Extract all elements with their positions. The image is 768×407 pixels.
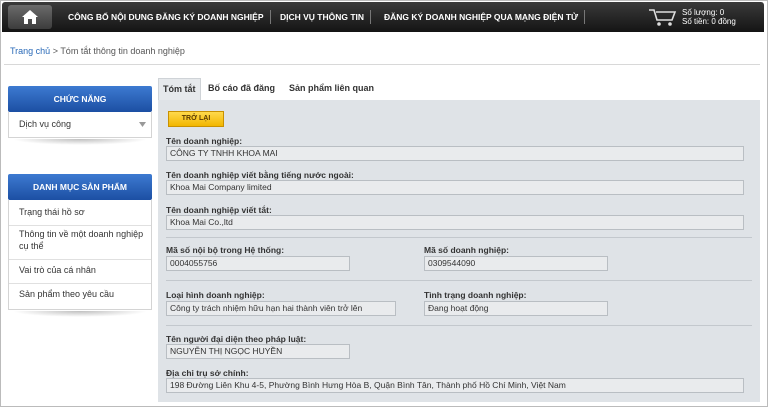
back-button[interactable]: TRỞ LẠI — [168, 111, 224, 127]
cart-amount: Số tiền: 0 đồng — [682, 17, 736, 26]
foreign-name-field: Khoa Mai Company limited — [166, 180, 744, 195]
business-type-field: Công ty trách nhiệm hữu hạn hai thành vi… — [166, 301, 396, 316]
internal-id-field: 0004055756 — [166, 256, 350, 271]
tab-summary[interactable]: Tóm tắt — [158, 78, 201, 100]
sidebar-item-business-info[interactable]: Thông tin về một doanh nghiệp cụ thể — [9, 228, 151, 260]
breadcrumb: Trang chủ > Tóm tắt thông tin doanh nghi… — [10, 46, 185, 56]
functions-header: CHỨC NĂNG — [8, 86, 152, 112]
name-field: CÔNG TY TNHH KHOA MAI — [166, 146, 744, 161]
functions-item-public-services[interactable]: Dịch vụ công — [19, 119, 71, 129]
nav-separator — [370, 10, 371, 24]
nav-separator — [270, 10, 271, 24]
legal-rep-field: NGUYỄN THỊ NGỌC HUYỀN — [166, 344, 350, 359]
address-field: 198 Đường Liên Khu 4-5, Phường Bình Hưng… — [166, 378, 744, 393]
chevron-down-icon[interactable] — [139, 122, 146, 127]
breadcrumb-current: Tóm tắt thông tin doanh nghiệp — [60, 46, 185, 56]
sidebar-item-custom-products[interactable]: Sản phẩm theo yêu cầu — [9, 288, 151, 308]
nav-online-registration[interactable]: ĐĂNG KÝ DOANH NGHIỆP QUA MẠNG ĐIỆN TỬ — [384, 2, 578, 32]
sidebar-item-application-status[interactable]: Trạng thái hồ sơ — [9, 206, 151, 226]
tab-published-notices[interactable]: Bố cáo đã đăng — [204, 78, 279, 100]
breadcrumb-separator: > — [50, 46, 61, 56]
legal-rep-label: Tên người đại diện theo pháp luật: — [166, 334, 307, 344]
short-name-label: Tên doanh nghiệp viết tắt: — [166, 205, 272, 215]
section-divider — [166, 325, 752, 326]
section-divider — [166, 280, 752, 281]
nav-business-publication[interactable]: CÔNG BỐ NỘI DUNG ĐĂNG KÝ DOANH NGHIỆP — [68, 2, 264, 32]
nav-separator — [584, 10, 585, 24]
products-shadow — [12, 311, 148, 317]
business-type-label: Loại hình doanh nghiệp: — [166, 290, 265, 300]
tax-id-label: Mã số doanh nghiệp: — [424, 245, 509, 255]
internal-id-label: Mã số nội bộ trong Hệ thống: — [166, 245, 285, 255]
home-icon — [22, 10, 38, 24]
business-status-field: Đang hoạt động — [424, 301, 608, 316]
cart-quantity: Số lượng: 0 — [682, 8, 725, 17]
products-header: DANH MỤC SẢN PHẨM — [8, 174, 152, 200]
tab-related-products[interactable]: Sản phẩm liên quan — [285, 78, 378, 100]
tax-id-field: 0309544090 — [424, 256, 608, 271]
address-label: Địa chỉ trụ sở chính: — [166, 368, 249, 378]
name-label: Tên doanh nghiệp: — [166, 136, 243, 146]
sidebar-item-personal-role[interactable]: Vai trò của cá nhân — [9, 264, 151, 284]
functions-box: Dịch vụ công — [8, 112, 152, 138]
nav-information-services[interactable]: DỊCH VỤ THÔNG TIN — [280, 2, 364, 32]
top-nav-bar: CÔNG BỐ NỘI DUNG ĐĂNG KÝ DOANH NGHIỆP DỊ… — [2, 2, 764, 32]
section-divider — [166, 237, 752, 238]
home-button[interactable] — [8, 5, 52, 29]
foreign-name-label: Tên doanh nghiệp viết bằng tiếng nước ng… — [166, 170, 354, 180]
products-list: Trạng thái hồ sơ Thông tin về một doanh … — [8, 200, 152, 310]
breadcrumb-home-link[interactable]: Trang chủ — [10, 46, 50, 56]
breadcrumb-divider — [4, 64, 760, 65]
business-status-label: Tình trạng doanh nghiệp: — [424, 290, 527, 300]
short-name-field: Khoa Mai Co.,ltd — [166, 215, 744, 230]
cart-icon — [649, 9, 677, 26]
functions-shadow — [12, 139, 148, 145]
cart-summary[interactable]: Số lượng: 0 Số tiền: 0 đồng — [642, 5, 762, 29]
